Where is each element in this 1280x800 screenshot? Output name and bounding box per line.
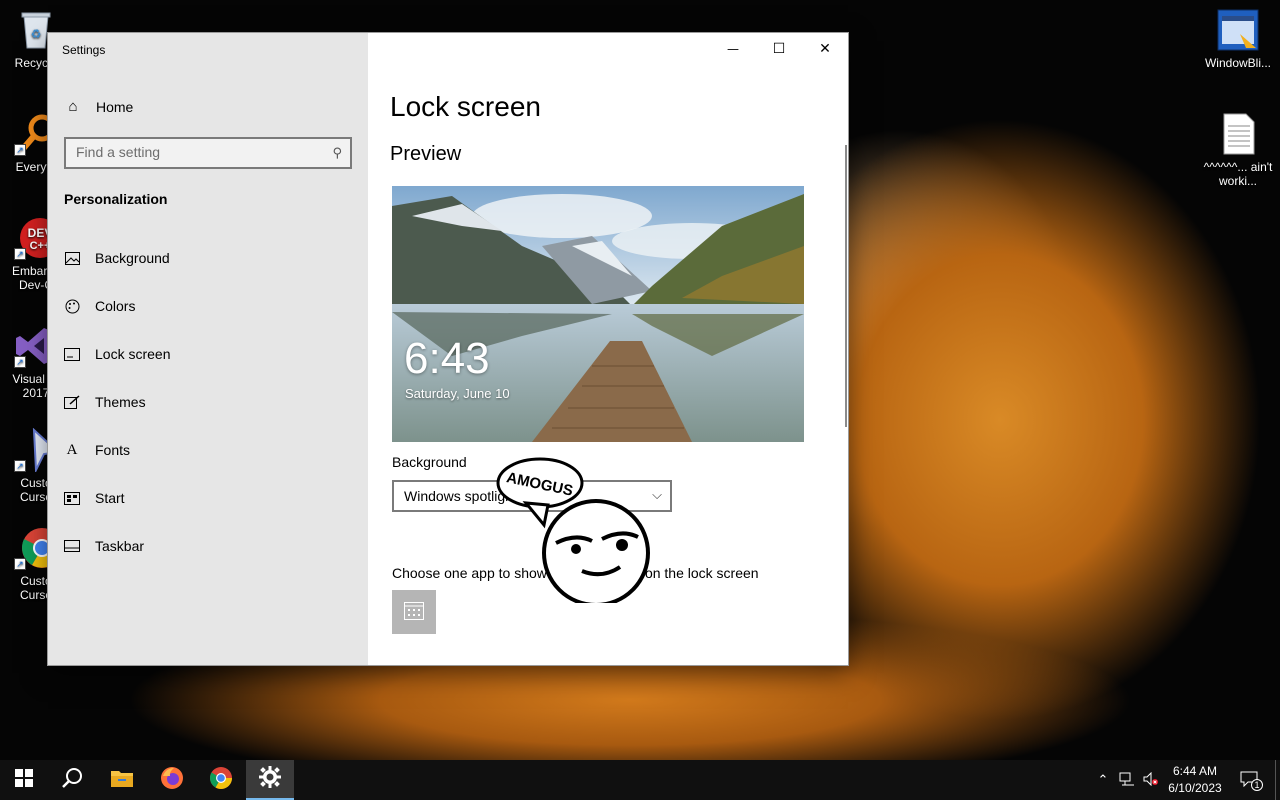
- section-title: Personalization: [64, 191, 168, 207]
- sidebar-item-label: Colors: [95, 298, 136, 314]
- lock-screen-icon: [64, 346, 80, 362]
- file-explorer-button[interactable]: [98, 760, 146, 800]
- search-input[interactable]: Find a setting ⚲: [64, 137, 352, 169]
- chrome-taskbar-button[interactable]: [197, 760, 245, 800]
- shortcut-arrow-icon: ↗: [14, 460, 26, 472]
- sidebar-item-lock-screen[interactable]: Lock screen: [64, 342, 170, 366]
- taskbar-date: 6/10/2023: [1168, 781, 1222, 795]
- shortcut-arrow-icon: ↗: [14, 248, 26, 260]
- chevron-up-icon: ⌃: [1097, 772, 1109, 787]
- search-button[interactable]: [48, 760, 96, 800]
- amogus-sticker: AMOGUS: [496, 457, 650, 603]
- sidebar-item-label: Background: [95, 250, 170, 266]
- windowblinds-icon: [1216, 8, 1260, 52]
- taskbar-time: 6:44 AM: [1172, 764, 1218, 778]
- file-explorer-icon: [110, 768, 134, 793]
- taskbar: ⌃ 6:44 AM 6/10/2023 1: [0, 760, 1280, 800]
- search-placeholder: Find a setting: [76, 144, 161, 160]
- sidebar-item-start[interactable]: Start: [64, 486, 125, 510]
- network-icon: [1119, 772, 1135, 789]
- settings-gear-icon: [259, 765, 281, 793]
- firefox-button[interactable]: [148, 760, 196, 800]
- show-desktop-button[interactable]: [1275, 760, 1280, 800]
- sidebar-item-taskbar[interactable]: Taskbar: [64, 534, 144, 558]
- sidebar-item-fonts[interactable]: A Fonts: [64, 438, 130, 462]
- shortcut-arrow-icon: ↗: [14, 144, 26, 156]
- settings-window: ⌂ Home Find a setting ⚲ Personalization …: [48, 33, 848, 665]
- fonts-icon: A: [66, 441, 78, 458]
- page-title: Lock screen: [390, 91, 541, 122]
- picture-icon: [64, 250, 80, 266]
- sidebar-item-label: Lock screen: [95, 346, 171, 362]
- preview-clock: 6:43: [404, 334, 490, 383]
- settings-taskbar-button[interactable]: [246, 760, 294, 800]
- windows-logo-icon: [15, 768, 33, 792]
- network-button[interactable]: [1116, 760, 1138, 800]
- home-nav-item[interactable]: ⌂ Home: [64, 95, 133, 119]
- calendar-icon: [403, 599, 425, 626]
- shortcut-arrow-icon: ↗: [14, 356, 26, 368]
- scrollbar[interactable]: [845, 145, 847, 427]
- notification-count-badge: 1: [1251, 779, 1263, 791]
- search-icon: [61, 767, 83, 794]
- sidebar-item-colors[interactable]: Colors: [64, 294, 135, 318]
- sidebar-item-label: Start: [95, 490, 125, 506]
- desktop-icon-windowblinds[interactable]: WindowBli...: [1200, 8, 1276, 70]
- sidebar-item-label: Fonts: [95, 442, 131, 458]
- home-icon: ⌂: [68, 98, 78, 115]
- desktop-icon-text-file[interactable]: ^^^^^^... ain't worki...: [1200, 112, 1276, 188]
- home-label: Home: [96, 99, 134, 115]
- shortcut-arrow-icon: ↗: [14, 558, 26, 570]
- show-hidden-icons-button[interactable]: ⌃: [1092, 760, 1114, 800]
- preview-date: Saturday, June 10: [405, 386, 510, 401]
- chrome-icon: [209, 766, 233, 795]
- volume-button[interactable]: [1140, 760, 1162, 800]
- preview-heading: Preview: [390, 143, 462, 165]
- palette-icon: [64, 298, 80, 314]
- taskbar-clock[interactable]: 6:44 AM 6/10/2023: [1160, 763, 1230, 797]
- lock-screen-preview: 6:43 Saturday, June 10: [392, 186, 804, 442]
- search-icon: ⚲: [332, 145, 342, 160]
- sidebar-item-label: Taskbar: [95, 538, 145, 554]
- start-button[interactable]: [0, 760, 48, 800]
- text-file-icon: [1216, 112, 1260, 156]
- background-label: Background: [392, 454, 467, 470]
- action-center-button[interactable]: 1: [1234, 760, 1264, 800]
- sidebar-item-themes[interactable]: Themes: [64, 390, 146, 414]
- window-title: Settings: [62, 43, 106, 57]
- sidebar: ⌂ Home Find a setting ⚲ Personalization …: [48, 33, 368, 665]
- firefox-icon: [160, 766, 184, 795]
- start-icon: [64, 490, 80, 506]
- desktop-icon-label: ^^^^^^... ain't worki...: [1203, 160, 1273, 188]
- themes-icon: [64, 394, 80, 410]
- svg-text:♻: ♻: [31, 27, 42, 41]
- sidebar-item-label: Themes: [95, 394, 146, 410]
- app-status-button[interactable]: [392, 590, 436, 634]
- lake-landscape-image: [392, 186, 804, 442]
- sidebar-item-background[interactable]: Background: [64, 246, 170, 270]
- desktop-icon-label: WindowBli...: [1204, 56, 1272, 70]
- taskbar-icon: [64, 538, 80, 554]
- volume-muted-icon: [1143, 771, 1159, 789]
